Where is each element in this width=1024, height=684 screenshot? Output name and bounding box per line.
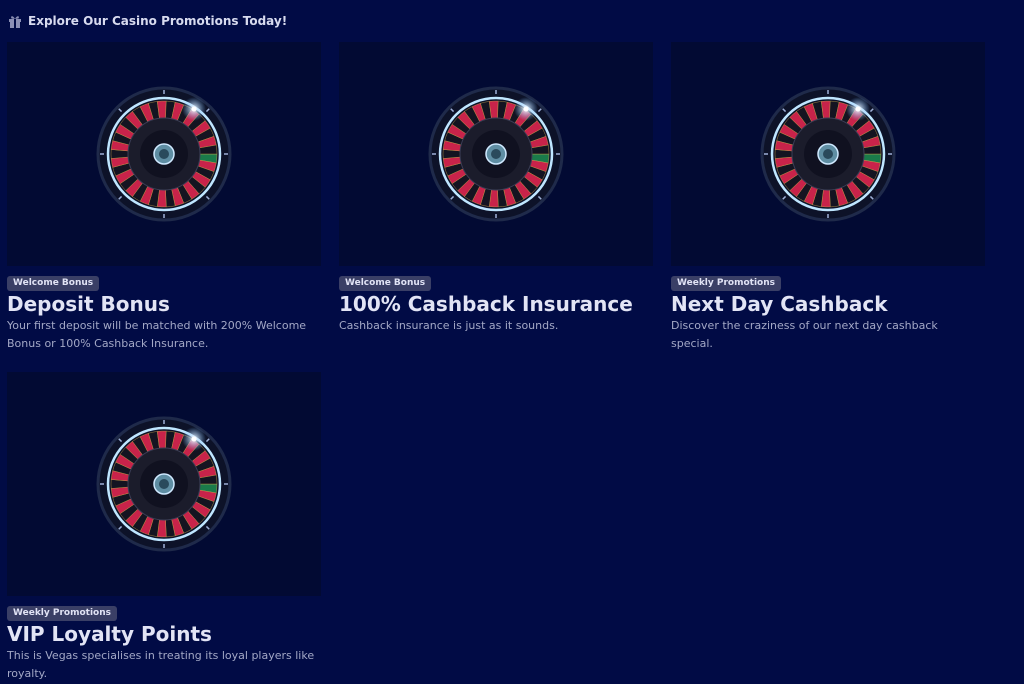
- promotion-image[interactable]: [339, 42, 653, 266]
- promotion-description: Discover the craziness of our next day c…: [671, 319, 938, 350]
- page-header: Explore Our Casino Promotions Today!: [8, 11, 287, 31]
- roulette-wheel-icon: [760, 86, 896, 222]
- page-title: Explore Our Casino Promotions Today!: [28, 14, 288, 28]
- promotion-badge: Welcome Bonus: [339, 276, 432, 291]
- promotion-description: Cashback insurance is just as it sounds.: [339, 319, 559, 332]
- promotion-badge: Weekly Promotions: [7, 606, 117, 621]
- promotion-badge: Welcome Bonus: [7, 276, 100, 291]
- promotion-card[interactable]: Weekly Promotions VIP Loyalty Points Thi…: [7, 372, 321, 683]
- promotion-badge: Weekly Promotions: [671, 276, 781, 291]
- roulette-wheel-icon: [96, 86, 232, 222]
- promotion-image[interactable]: [671, 42, 985, 266]
- promotion-image[interactable]: [7, 372, 321, 596]
- promotion-description: Your first deposit will be matched with …: [7, 319, 307, 350]
- promotion-card[interactable]: Welcome Bonus 100% Cashback Insurance Ca…: [339, 42, 653, 335]
- promotion-description: This is Vegas specialises in treating it…: [7, 649, 315, 680]
- promotion-image[interactable]: [7, 42, 321, 266]
- promotion-title[interactable]: VIP Loyalty Points: [7, 622, 321, 646]
- promotion-title[interactable]: 100% Cashback Insurance: [339, 292, 653, 316]
- promotion-card[interactable]: Welcome Bonus Deposit Bonus Your first d…: [7, 42, 321, 353]
- roulette-wheel-icon: [428, 86, 564, 222]
- gift-icon: [9, 16, 21, 28]
- promotion-card[interactable]: Weekly Promotions Next Day Cashback Disc…: [671, 42, 985, 353]
- promotion-title[interactable]: Next Day Cashback: [671, 292, 985, 316]
- promotion-title[interactable]: Deposit Bonus: [7, 292, 321, 316]
- roulette-wheel-icon: [96, 416, 232, 552]
